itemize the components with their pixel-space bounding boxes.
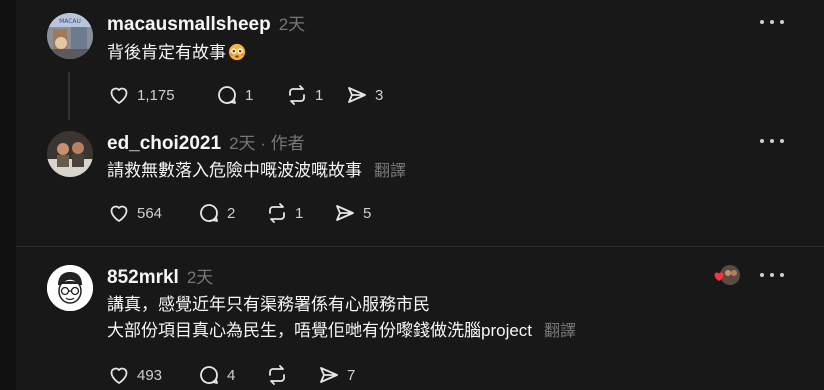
like-button[interactable]: 564: [107, 201, 197, 225]
avatar[interactable]: MACAU: [47, 13, 93, 59]
heart-icon: [110, 205, 128, 222]
dot-icon: [760, 273, 764, 277]
heart-icon: [110, 367, 128, 384]
reply-button[interactable]: 2: [197, 201, 265, 225]
like-count: 564: [137, 204, 163, 222]
comment-text: 請救無數落入危險中嘅波波嘅故事 翻譯: [107, 158, 406, 185]
username[interactable]: ed_choi2021: [107, 133, 221, 155]
reply-count: 2: [227, 204, 236, 222]
avatar-image-852mrkl: [47, 265, 93, 311]
dot-icon: [770, 273, 774, 277]
comment-text-content: 請救無數落入危險中嘅波波嘅故事: [107, 161, 362, 180]
share-count: 3: [375, 86, 384, 104]
comment-text-content: 大部份項目真心為民生，唔覺佢哋有份嚟錢做洗腦project: [107, 321, 533, 340]
like-button[interactable]: 493: [107, 363, 197, 387]
dot-icon: [780, 273, 784, 277]
like-button[interactable]: 1,175: [107, 83, 215, 107]
translate-link[interactable]: 翻譯: [544, 323, 576, 340]
heart-icon: [110, 87, 128, 104]
share-button[interactable]: 3: [345, 83, 383, 107]
repost-icon: [289, 85, 305, 105]
action-bar: 493 4 7: [107, 361, 355, 389]
timestamp[interactable]: 2天: [279, 10, 305, 35]
share-count: 7: [347, 366, 356, 384]
send-icon: [320, 367, 338, 383]
more-options-button[interactable]: [760, 17, 784, 27]
repost-icon: [269, 365, 285, 385]
repost-count: 1: [315, 86, 324, 104]
more-options-button[interactable]: [760, 270, 784, 280]
dot-icon: [780, 20, 784, 24]
liked-by-author-indicator: [714, 264, 740, 286]
avatar-image-ed-choi2021: [47, 131, 93, 177]
comment-text-line: 講真，感覺近年只有渠務署係有心服務市民: [107, 295, 430, 314]
timestamp[interactable]: 2天: [187, 263, 213, 288]
author-badge: · 作者: [260, 134, 305, 153]
repost-button[interactable]: 1: [265, 201, 333, 225]
comment-divider: [16, 246, 824, 247]
more-options-button[interactable]: [760, 136, 784, 146]
comment-header: 852mrkl 2天: [107, 263, 213, 289]
share-count: 5: [363, 204, 372, 222]
dot-icon: [760, 139, 764, 143]
send-icon: [336, 205, 354, 221]
reply-button[interactable]: 4: [197, 363, 265, 387]
repost-icon: [269, 203, 285, 223]
dot-icon: [770, 139, 774, 143]
action-bar: 564 2 1 5: [107, 199, 371, 227]
comment-bubble-icon: [218, 86, 236, 104]
send-icon: [348, 87, 366, 103]
comment-bubble-icon: [200, 204, 218, 222]
username[interactable]: macausmallsheep: [107, 14, 271, 36]
comment-header: macausmallsheep 2天: [107, 10, 305, 36]
reply-count: 1: [245, 86, 254, 104]
timestamp-value[interactable]: 2天: [229, 134, 255, 153]
comment-bubble-icon: [200, 366, 218, 384]
username[interactable]: 852mrkl: [107, 267, 179, 289]
avatar-image-macausmallsheep: MACAU: [47, 13, 93, 59]
flushed-face-emoji-icon: [228, 43, 246, 61]
timestamp: 2天 · 作者: [229, 129, 305, 154]
avatar[interactable]: [47, 265, 93, 311]
avatar[interactable]: [47, 131, 93, 177]
dot-icon: [770, 20, 774, 24]
action-bar: 1,175 1 1 3: [107, 81, 383, 109]
reply-count: 4: [227, 366, 236, 384]
dot-icon: [780, 139, 784, 143]
repost-count: 1: [295, 204, 304, 222]
like-count: 1,175: [137, 86, 175, 104]
comment-text-line: 大部份項目真心為民生，唔覺佢哋有份嚟錢做洗腦project 翻譯: [107, 318, 576, 345]
share-button[interactable]: 5: [333, 201, 371, 225]
comment-text: 背後肯定有故事: [107, 40, 246, 66]
like-count: 493: [137, 366, 163, 384]
share-button[interactable]: 7: [317, 363, 355, 387]
reply-button[interactable]: 1: [215, 83, 285, 107]
repost-button[interactable]: 1: [285, 83, 345, 107]
author-avatar-heart-icon: [714, 265, 740, 285]
comment-header: ed_choi2021 2天 · 作者: [107, 129, 305, 155]
svg-text:MACAU: MACAU: [59, 18, 81, 25]
thread-connector-line: [68, 72, 70, 120]
comment-text-content: 背後肯定有故事: [107, 43, 226, 62]
repost-button[interactable]: [265, 363, 317, 387]
translate-link[interactable]: 翻譯: [374, 163, 406, 180]
comment-text: 講真，感覺近年只有渠務署係有心服務市民 大部份項目真心為民生，唔覺佢哋有份嚟錢做…: [107, 292, 576, 345]
dot-icon: [760, 20, 764, 24]
